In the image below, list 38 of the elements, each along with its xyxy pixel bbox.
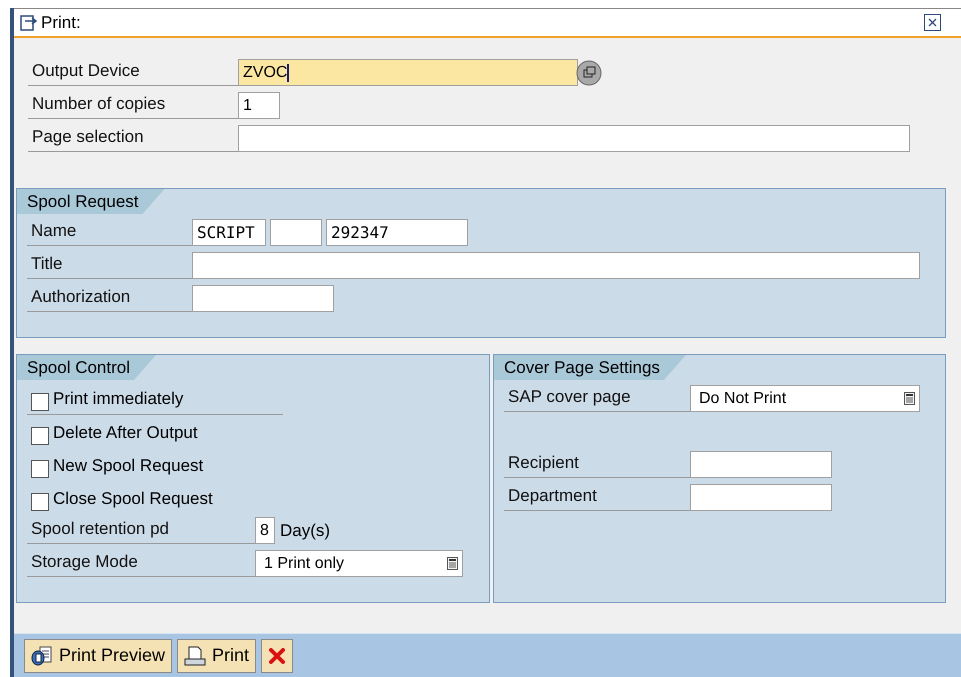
input-field[interactable]: 292347 [326,219,468,246]
checkbox[interactable] [31,460,49,478]
input-field[interactable] [690,451,832,478]
window-title: Print: [41,12,81,34]
input-field[interactable]: ZVOC [238,59,578,86]
cancel-button[interactable] [261,638,294,672]
checkbox[interactable] [31,393,49,411]
print-preview-button[interactable]: Print Preview [24,638,172,672]
checkbox[interactable] [31,493,49,511]
input-field[interactable] [270,219,322,246]
input-field[interactable] [690,484,832,511]
input-field[interactable] [192,252,920,279]
panel-title: Cover Page Settings [494,355,686,380]
checkbox-label: Print immediately [53,388,184,410]
input-field[interactable] [238,125,910,152]
checkbox-label: Delete After Output [53,422,198,444]
checkbox-label: New Spool Request [53,454,204,476]
printer-icon [184,646,206,666]
dropdown-field[interactable]: Do Not Print [690,385,920,412]
input-field[interactable]: 1 [238,92,280,119]
input-field[interactable]: 8 [255,517,275,544]
list-icon [447,557,458,570]
unit-label: Day(s) [280,520,330,542]
dropdown-field[interactable]: 1 Print only [255,550,463,577]
close-icon [268,646,286,664]
popup-icon[interactable] [576,60,602,86]
input-field[interactable]: SCRIPT [192,219,266,246]
close-icon [928,18,937,27]
print-dialog-icon [20,14,38,30]
checkbox-label: Close Spool Request [53,488,213,510]
print-button[interactable]: Print [177,638,256,672]
input-field[interactable] [192,285,334,312]
checkbox[interactable] [31,427,49,445]
panel-title: Spool Control [17,355,156,380]
panel-title: Spool Request [17,189,165,214]
document-icon [31,646,53,666]
list-icon [904,392,915,405]
close-button[interactable] [924,14,941,31]
